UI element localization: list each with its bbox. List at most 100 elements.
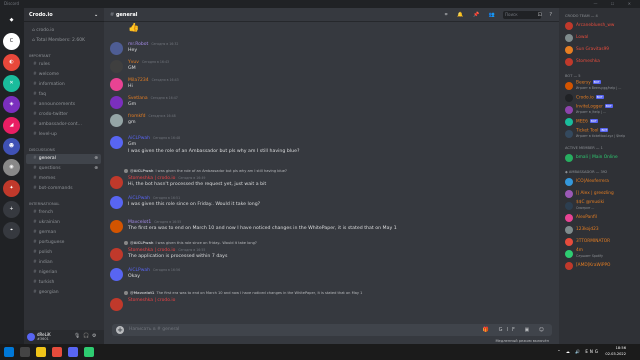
member-item[interactable]: ICO|Alexferrera [559, 176, 640, 188]
avatar[interactable] [110, 268, 123, 281]
channel-item[interactable]: # information [26, 80, 101, 90]
channel-item[interactable]: # ukrainian [26, 218, 101, 228]
message-author[interactable]: AiCLPwah Сегодня в 16:48 [128, 135, 180, 142]
member-item[interactable]: bmali | Main Online [559, 152, 640, 164]
channel-item[interactable]: # polish [26, 248, 101, 258]
avatar[interactable] [110, 114, 123, 127]
message-author[interactable]: AiCLPwah Сегодня в 16:51 [128, 195, 180, 202]
category-header[interactable]: INTERNATIONAL [24, 200, 104, 208]
reply-preview[interactable]: @Mavcelot1 The first era was to end on Ma… [124, 291, 362, 296]
inbox-icon[interactable]: ⊡ ? [538, 8, 555, 22]
author-name[interactable]: AiCLPwah [128, 268, 150, 273]
channel-item[interactable]: # welcome [26, 70, 101, 80]
author-name[interactable]: Stomeshka | crodo.io [128, 248, 175, 253]
message-author[interactable]: Yvuv Сегодня в 16:43 [128, 59, 169, 66]
author-name[interactable]: Svetlana [128, 96, 148, 101]
channel-item[interactable]: # bot-commands [26, 184, 101, 194]
server-icon[interactable]: ✦ [3, 180, 20, 197]
author-name[interactable]: AiCLPwah [128, 136, 150, 141]
server-icon[interactable]: ✕ [3, 75, 20, 92]
member-item[interactable]: Ticket Tool BOT Играет в tickettool.xyz | … [559, 128, 640, 140]
member-item[interactable]: $$C @musiki Смотрит ... [559, 200, 640, 212]
member-item[interactable]: Sun Gravitas99 [559, 44, 640, 56]
message-composer[interactable]: + Написать в # general 🎁 GIF ▣ ☺ [112, 324, 552, 336]
channel-item[interactable]: # faq [26, 90, 101, 100]
channel-item[interactable]: # portuguese [26, 238, 101, 248]
message-author[interactable]: Stomeshka | crodo.io [128, 297, 178, 304]
avatar[interactable] [110, 298, 123, 311]
member-item[interactable]: Lowal [559, 32, 640, 44]
channel-item[interactable]: # french [26, 208, 101, 218]
app-icon[interactable] [52, 347, 62, 357]
header-tools[interactable]: ⌗ 🔔 📌 👥 [445, 8, 499, 22]
author-name[interactable]: Stomeshka | crodo.io [128, 176, 175, 181]
channel-item[interactable]: # georgian [26, 288, 101, 298]
app-icon[interactable] [84, 347, 94, 357]
add-member-icon[interactable]: ⊕ [94, 164, 98, 174]
author-name[interactable]: Stomeshka | crodo.io [128, 298, 175, 303]
member-item[interactable]: Stomeshka [559, 56, 640, 68]
gear-icon[interactable]: ⚙ [92, 333, 96, 339]
message-author[interactable]: Stomeshka | crodo.io Сегодня в 16:55 [128, 247, 205, 254]
member-item[interactable]: [| Alex | greezling [559, 188, 640, 200]
avatar[interactable] [110, 176, 123, 189]
channel-item[interactable]: # indian [26, 258, 101, 268]
author-name[interactable]: mr.Robot [128, 42, 148, 47]
server-icon[interactable]: ◢ [3, 117, 20, 134]
avatar[interactable] [110, 60, 123, 73]
author-name[interactable]: Yvuv [128, 60, 139, 65]
avatar[interactable] [110, 78, 123, 91]
avatar[interactable] [110, 220, 123, 233]
channel-item[interactable]: # level-up [26, 130, 101, 140]
folder-icon[interactable] [36, 347, 46, 357]
avatar[interactable] [110, 196, 123, 209]
headphones-icon[interactable]: 🎧 [83, 333, 89, 339]
channel-item[interactable]: # nigerian [26, 268, 101, 278]
composer-icons[interactable]: 🎁 GIF ▣ ☺ [483, 324, 548, 336]
server-icon[interactable]: ☻ [3, 138, 20, 155]
message-input[interactable]: Написать в # general [129, 324, 179, 336]
message-author[interactable]: Stomeshka | crodo.io Сегодня в 16:49 [128, 175, 205, 182]
member-item[interactable]: Beersy BOT Играет в Beersy.gg/help | ... [559, 80, 640, 92]
message-author[interactable]: mr.Robot Сегодня в 16:32 [128, 41, 178, 48]
avatar[interactable] [110, 96, 123, 109]
author-name[interactable]: AiCLPwah [128, 196, 150, 201]
server-header[interactable]: Crodo.io ⌄ [24, 8, 104, 22]
avatar[interactable] [110, 248, 123, 261]
member-item[interactable]: [AMD]KraWiPPO [559, 260, 640, 272]
channel-item[interactable]: # rules [26, 60, 101, 70]
member-item[interactable]: 123kojd23 [559, 224, 640, 236]
reply-preview[interactable]: @AiCLPwah I was given the role of an Amba… [124, 169, 287, 174]
author-name[interactable]: Mila7234 [128, 78, 149, 83]
author-name[interactable]: fromkfd [128, 114, 146, 119]
channel-item[interactable]: # announcements [26, 100, 101, 110]
reply-preview[interactable]: @AiCLPwah I was given this role since on … [124, 241, 257, 246]
member-item[interactable]: Arcanebluesh_ww [559, 20, 640, 32]
avatar[interactable] [110, 42, 123, 55]
channel-item[interactable]: # ambassador-cont... [26, 120, 101, 130]
add-member-icon[interactable]: ⊕ [94, 154, 98, 164]
channel-item[interactable]: # questions ⊕ [26, 164, 101, 174]
channel-item[interactable]: # crodo-twitter [26, 110, 101, 120]
channel-item[interactable]: # memes [26, 174, 101, 184]
search-input[interactable]: Поиск [503, 11, 541, 19]
message-author[interactable]: Mavcelot1 Сегодня в 16:55 [128, 219, 181, 226]
channel-item[interactable]: # general ⊕ [26, 154, 101, 164]
search-icon[interactable] [20, 347, 30, 357]
message-author[interactable]: fromkfd Сегодня в 16:48 [128, 113, 176, 120]
category-header[interactable]: DISCUSSIONS [24, 146, 104, 154]
author-name[interactable]: Mavcelot1 [128, 220, 151, 225]
message-author[interactable]: Mila7234 Сегодня в 16:43 [128, 77, 179, 84]
avatar[interactable] [27, 333, 35, 341]
server-icon[interactable]: ◉ [3, 159, 20, 176]
microphone-icon[interactable]: 🎙 [74, 333, 80, 339]
server-icon[interactable]: ◈ [3, 96, 20, 113]
avatar[interactable] [110, 136, 123, 149]
member-item[interactable]: InviteLogger BOT Играет в /help | ... [559, 104, 640, 116]
window-controls[interactable]: — ☐ ✕ [594, 0, 637, 8]
member-item[interactable]: 3TTORMINATOR [559, 236, 640, 248]
server-icon[interactable]: ◆ [3, 12, 20, 29]
channel-item[interactable]: # turkish [26, 278, 101, 288]
category-header[interactable]: IMPORTANT [24, 52, 104, 60]
server-icon[interactable]: ◐ [3, 54, 20, 71]
